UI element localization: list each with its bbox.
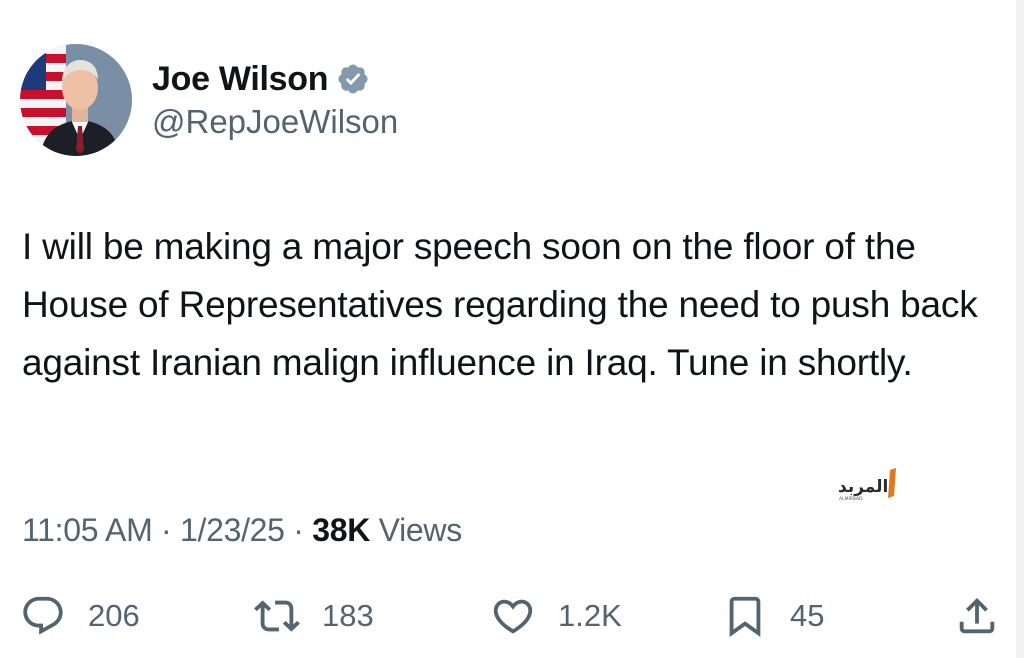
bookmark-icon: [729, 596, 761, 637]
meta-separator: ·: [152, 512, 180, 548]
share-icon: [959, 597, 995, 634]
repost-icon: [254, 600, 300, 632]
like-count: 1.2K: [558, 598, 622, 633]
watermark-logo: المربد ALMIRBAD: [838, 468, 896, 502]
tweet-text: I will be making a major speech soon on …: [22, 226, 978, 383]
bookmark-count: 45: [790, 598, 825, 633]
tweet-time[interactable]: 11:05 AM: [22, 512, 153, 548]
like-icon: [493, 599, 533, 634]
avatar-image: [20, 44, 132, 156]
author-names: Joe Wilson @RepJoeWilson: [152, 59, 398, 141]
action-bar: 206 183 1.2K 45: [0, 588, 1024, 644]
avatar[interactable]: [20, 44, 132, 156]
verified-badge-icon[interactable]: [336, 62, 370, 96]
like-button[interactable]: 1.2K: [490, 588, 622, 644]
repost-count: 183: [322, 598, 374, 633]
repost-button[interactable]: 183: [254, 588, 374, 644]
tweet-header: Joe Wilson @RepJoeWilson: [20, 44, 398, 156]
meta-separator: ·: [284, 512, 313, 548]
bookmark-button[interactable]: 45: [722, 588, 824, 644]
display-name[interactable]: Joe Wilson: [152, 60, 328, 99]
svg-text:المربد: المربد: [838, 477, 888, 497]
svg-text:ALMIRBAD: ALMIRBAD: [839, 496, 863, 502]
share-button[interactable]: [954, 588, 1000, 644]
right-edge-strip: [1016, 0, 1024, 658]
handle[interactable]: @RepJoeWilson: [152, 103, 398, 141]
reply-count: 206: [88, 598, 140, 633]
reply-button[interactable]: 206: [20, 588, 140, 644]
tweet-meta: 11:05 AM · 1/23/25 · 38K Views: [22, 512, 462, 549]
reply-icon: [23, 596, 63, 635]
views-label: Views: [378, 512, 463, 548]
tweet-date[interactable]: 1/23/25: [180, 512, 285, 548]
display-name-row: Joe Wilson: [152, 59, 398, 99]
views-count: 38K: [312, 512, 371, 548]
